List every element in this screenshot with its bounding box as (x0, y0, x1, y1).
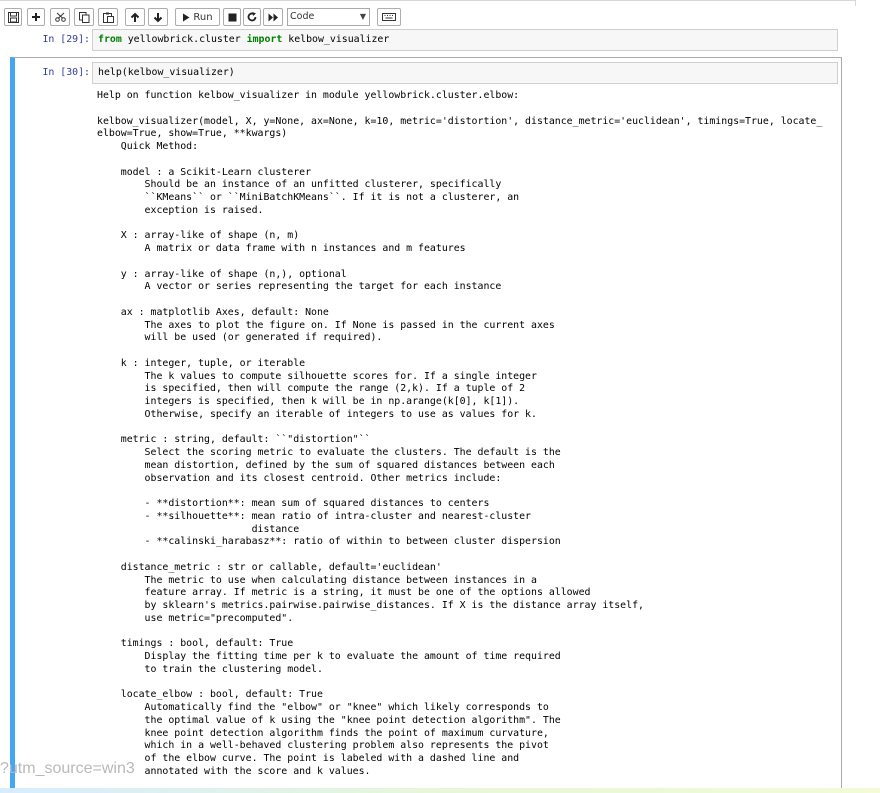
add-icon (32, 13, 40, 21)
cell-prompt: In [30]: (42, 67, 90, 78)
bottom-strip (0, 788, 880, 793)
restart-button[interactable] (243, 8, 261, 26)
code-cell-input[interactable]: from yellowbrick.cluster import kelbow_v… (92, 29, 838, 51)
move-down-icon (153, 12, 163, 22)
copy-icon (78, 11, 89, 23)
run-button[interactable]: Run (175, 8, 220, 26)
save-icon (7, 11, 19, 23)
keyboard-icon (382, 13, 396, 21)
restart-icon (247, 12, 257, 22)
move-down-button[interactable] (148, 8, 168, 26)
insert-cell-button[interactable] (27, 8, 45, 26)
code-line: help(kelbow_visualizer) (98, 67, 235, 78)
move-up-button[interactable] (125, 8, 145, 26)
run-icon (183, 13, 190, 21)
toolbar-divider (0, 0, 855, 1)
chevron-down-icon: ▼ (359, 12, 366, 21)
copy-button[interactable] (74, 8, 94, 26)
move-up-icon (130, 12, 140, 22)
module-name: yellowbrick.cluster (121, 34, 247, 45)
interrupt-button[interactable] (223, 8, 241, 26)
code-cell-input[interactable]: help(kelbow_visualizer) (92, 62, 838, 84)
keyword-from: from (98, 34, 122, 45)
keyword-import: import (246, 34, 283, 45)
stop-icon (228, 13, 236, 21)
cell-prompt: In [29]: (42, 34, 90, 45)
cut-button[interactable] (50, 8, 70, 26)
url-watermark: ?utm_source=win3 (0, 760, 135, 777)
code-line: from yellowbrick.cluster import kelbow_v… (98, 34, 389, 45)
save-button[interactable] (4, 8, 22, 26)
paste-button[interactable] (98, 8, 118, 26)
paste-icon (102, 12, 114, 23)
fast-forward-icon (268, 13, 278, 21)
run-button-label: Run (193, 11, 213, 23)
cell-output-text: Help on function kelbow_visualizer in mo… (97, 90, 823, 777)
cut-icon (54, 12, 66, 22)
cell-type-value: Code (290, 11, 315, 22)
cell-type-select[interactable]: Code ▼ (287, 8, 370, 26)
restart-run-all-button[interactable] (263, 8, 283, 26)
command-palette-button[interactable] (377, 8, 401, 26)
toolbar-divider (855, 0, 856, 6)
imported-name: kelbow_visualizer (282, 34, 390, 45)
